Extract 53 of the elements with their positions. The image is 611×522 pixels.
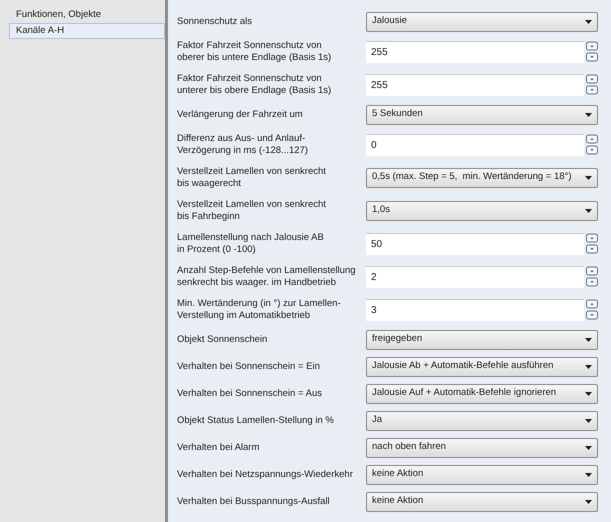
parameter-label: Objekt Sonnenschein <box>177 334 268 346</box>
caret-icon <box>585 176 592 180</box>
caret-icon <box>585 500 592 504</box>
dropdown[interactable]: Jalousie <box>366 12 598 32</box>
dropdown[interactable]: Jalousie Ab + Automatik-Befehle ausführen <box>366 356 598 376</box>
sidebar-item[interactable]: Kanäle A-H <box>9 23 165 39</box>
caret-icon <box>585 112 592 116</box>
parameter-label: Verhalten bei Sonnenschein = Ein <box>177 360 320 372</box>
dropdown[interactable]: 1,0s <box>366 200 598 220</box>
number-field[interactable]: 3 <box>366 298 584 320</box>
spin-arrows-icon[interactable] <box>586 74 598 96</box>
parameter-label: Anzahl Step-Befehle von Lamellenstellung senkrecht bis waager. im Handbetrieb <box>177 264 356 288</box>
number-field[interactable]: 2 <box>366 266 584 288</box>
dropdown[interactable]: freigegeben <box>366 330 598 350</box>
parameter-label: Verhalten bei Busspannungs-Ausfall <box>177 496 330 508</box>
parameter-label: Verhalten bei Alarm <box>177 442 260 454</box>
spin-arrows-icon[interactable] <box>586 298 598 320</box>
dropdown[interactable]: keine Aktion <box>366 492 598 512</box>
parameter-label: Lamellenstellung nach Jalousie AB in Prozent (0 -100) <box>177 232 324 256</box>
dropdown[interactable]: 5 Sekunden <box>366 104 598 124</box>
parameter-label: Min. Wertänderung (in °) zur Lamellen- Verstellung im Automatikbetrieb <box>177 298 341 322</box>
caret-icon <box>585 392 592 396</box>
parameter-label: Sonnenschutz als <box>177 16 252 28</box>
spin-arrows-icon[interactable] <box>586 232 598 254</box>
caret-icon <box>585 338 592 342</box>
parameter-label: Differenz aus Aus- und Anlauf- Verzögerung in ms (-128...127) <box>177 132 308 156</box>
parameter-label: Verlängerung der Fahrzeit um <box>177 108 303 120</box>
dropdown[interactable]: 0,5s (max. Step = 5, min. Wertänderung = 18°) <box>366 168 598 188</box>
caret-icon <box>585 208 592 212</box>
parameter-label: Objekt Status Lamellen-Stellung in % <box>177 414 334 426</box>
dropdown[interactable]: nach oben fahren <box>366 438 598 458</box>
number-field[interactable]: 50 <box>366 232 584 254</box>
caret-icon <box>585 472 592 476</box>
number-field[interactable]: 0 <box>366 134 584 156</box>
dropdown[interactable]: Ja <box>366 410 598 430</box>
caret-icon <box>585 20 592 24</box>
parameter-label: Faktor Fahrzeit Sonnenschutz von unterer bis obere Endlage (Basis 1s) <box>177 72 332 96</box>
parameter-label: Verhalten bei Sonnenschein = Aus <box>177 388 322 400</box>
dropdown[interactable]: keine Aktion <box>366 464 598 484</box>
parameter-label: Verhalten bei Netzspannungs-Wiederkehr <box>177 468 353 480</box>
number-field[interactable]: 255 <box>366 74 584 96</box>
spin-arrows-icon[interactable] <box>586 134 598 156</box>
spin-arrows-icon[interactable] <box>586 40 598 62</box>
dropdown[interactable]: Jalousie Auf + Automatik-Befehle ignorieren <box>366 384 598 404</box>
parameter-label: Verstellzeit Lamellen von senkrecht bis waagerecht <box>177 166 326 190</box>
parameter-label: Verstellzeit Lamellen von senkrecht bis Fahrbeginn <box>177 198 326 222</box>
caret-icon <box>585 418 592 422</box>
sidebar-item[interactable]: Funktionen, Objekte <box>9 7 165 23</box>
spin-arrows-icon[interactable] <box>586 266 598 288</box>
caret-icon <box>585 446 592 450</box>
parameter-label: Faktor Fahrzeit Sonnenschutz von oberer bis untere Endlage (Basis 1s) <box>177 40 332 64</box>
number-field[interactable]: 255 <box>366 40 584 62</box>
caret-icon <box>585 364 592 368</box>
